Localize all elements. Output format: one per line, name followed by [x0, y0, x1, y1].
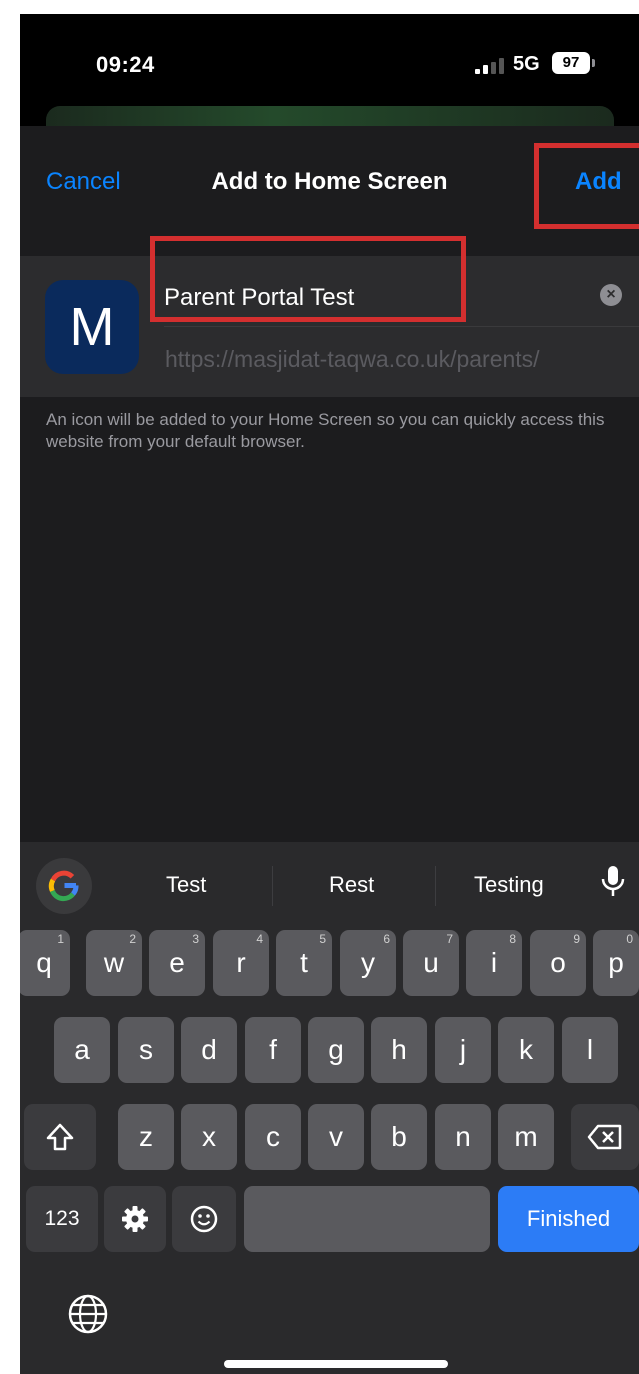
key-h[interactable]: h — [371, 1017, 427, 1083]
status-bar: 09:24 5G 97 — [20, 14, 639, 146]
key-t[interactable]: 5t — [276, 930, 332, 996]
key-j[interactable]: j — [435, 1017, 491, 1083]
emoji-key[interactable] — [172, 1186, 236, 1252]
key-r[interactable]: 4r — [213, 930, 269, 996]
finished-button[interactable]: Finished — [498, 1186, 639, 1252]
home-indicator[interactable] — [224, 1360, 448, 1368]
key-label: e — [169, 947, 185, 978]
key-number-hint: 8 — [509, 932, 516, 946]
key-number-hint: 6 — [383, 932, 390, 946]
key-o[interactable]: 9o — [530, 930, 586, 996]
key-k[interactable]: k — [498, 1017, 554, 1083]
suggestion-separator — [272, 866, 273, 906]
key-number-hint: 0 — [626, 932, 633, 946]
key-a[interactable]: a — [54, 1017, 110, 1083]
clear-icon[interactable]: × — [600, 284, 622, 306]
gear-icon — [122, 1206, 148, 1232]
key-label: t — [300, 947, 308, 978]
space-key[interactable] — [244, 1186, 490, 1252]
key-b[interactable]: b — [371, 1104, 427, 1170]
key-n[interactable]: n — [435, 1104, 491, 1170]
key-label: q — [36, 947, 52, 978]
suggestion-separator — [435, 866, 436, 906]
phone-screen: 09:24 5G 97 Cancel Add to Home Screen Ad… — [20, 14, 639, 1374]
microphone-icon[interactable] — [600, 864, 626, 900]
key-s[interactable]: s — [118, 1017, 174, 1083]
key-number-hint: 3 — [192, 932, 199, 946]
status-time: 09:24 — [96, 52, 155, 77]
battery-icon: 97 — [552, 52, 590, 74]
network-type: 5G — [513, 53, 540, 75]
key-e[interactable]: 3e — [149, 930, 205, 996]
key-label: r — [236, 947, 246, 978]
key-x[interactable]: x — [181, 1104, 237, 1170]
add-button-highlight — [534, 143, 639, 229]
backspace-icon — [587, 1124, 622, 1150]
numbers-key[interactable]: 123 — [26, 1186, 98, 1252]
key-number-hint: 4 — [256, 932, 263, 946]
key-c[interactable]: c — [245, 1104, 301, 1170]
divider — [164, 326, 639, 327]
key-q[interactable]: 1q — [20, 930, 70, 996]
key-l[interactable]: l — [562, 1017, 618, 1083]
key-u[interactable]: 7u — [403, 930, 459, 996]
key-label: p — [608, 947, 624, 978]
google-g-icon[interactable] — [36, 858, 92, 914]
key-g[interactable]: g — [308, 1017, 364, 1083]
key-f[interactable]: f — [245, 1017, 301, 1083]
suggestion-bar: Test Rest Testing — [20, 842, 639, 928]
key-z[interactable]: z — [118, 1104, 174, 1170]
battery-tip — [592, 59, 595, 67]
shift-icon — [46, 1123, 74, 1151]
shift-key[interactable] — [24, 1104, 96, 1170]
key-number-hint: 9 — [573, 932, 580, 946]
suggestion-item[interactable]: Test — [166, 872, 206, 898]
suggestion-item[interactable]: Rest — [329, 872, 374, 898]
key-label: w — [103, 947, 125, 978]
key-label: u — [423, 947, 439, 978]
shortcut-url: https://masjidat-taqwa.co.uk/parents/ — [165, 346, 540, 372]
key-label: i — [490, 947, 498, 978]
signal-icon — [475, 58, 505, 74]
key-label: o — [550, 947, 566, 978]
key-d[interactable]: d — [181, 1017, 237, 1083]
key-number-hint: 2 — [129, 932, 136, 946]
key-w[interactable]: 2w — [86, 930, 142, 996]
settings-key[interactable] — [104, 1186, 166, 1252]
backspace-key[interactable] — [571, 1104, 639, 1170]
key-y[interactable]: 6y — [340, 930, 396, 996]
name-field-highlight — [150, 236, 466, 322]
app-icon: M — [45, 280, 139, 374]
emoji-icon — [190, 1205, 218, 1233]
key-i[interactable]: 8i — [466, 930, 522, 996]
key-label: y — [361, 947, 375, 978]
globe-icon[interactable] — [66, 1292, 110, 1336]
suggestion-item[interactable]: Testing — [474, 872, 544, 898]
key-v[interactable]: v — [308, 1104, 364, 1170]
key-p[interactable]: 0p — [593, 930, 639, 996]
key-number-hint: 7 — [446, 932, 453, 946]
info-note: An icon will be added to your Home Scree… — [46, 410, 605, 451]
sheet-nav-bar: Cancel Add to Home Screen Add — [20, 126, 639, 244]
key-number-hint: 1 — [57, 932, 64, 946]
key-m[interactable]: m — [498, 1104, 554, 1170]
key-number-hint: 5 — [319, 932, 326, 946]
